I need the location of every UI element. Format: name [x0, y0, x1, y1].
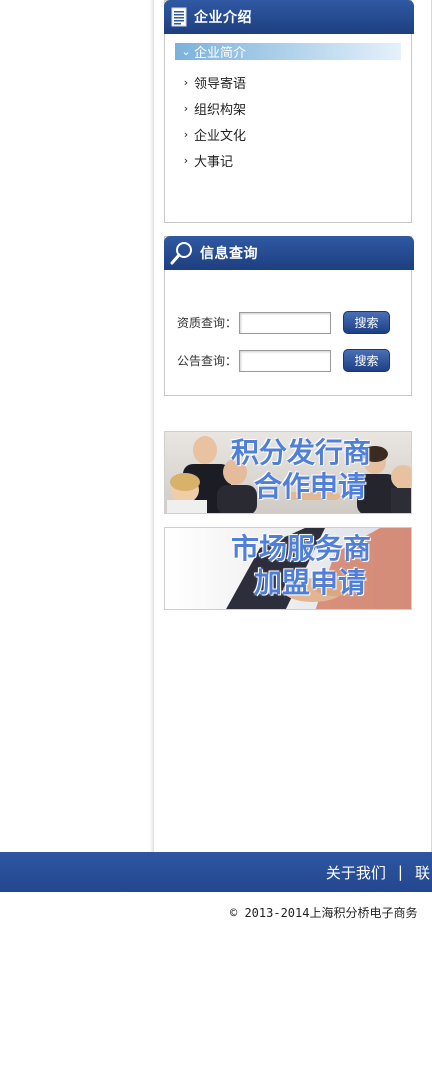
footer-link-contact[interactable]: 联 [415, 862, 430, 883]
service-provider-banner[interactable]: 市场服务商 加盟申请 [164, 527, 412, 610]
intro-panel-header: 企业介绍 [164, 0, 414, 34]
chevron-right-icon: › [183, 127, 189, 141]
chevron-right-icon: › [183, 75, 189, 89]
notice-search-row: 公告查询： 搜索 [177, 349, 390, 372]
intro-panel: 企业介绍 ⌄ 企业简介 › 领导寄语 › 组织构架 › 企业文化 › 大事记 [164, 0, 414, 223]
banner-line1: 积分发行商 [230, 436, 371, 469]
left-blank-area [0, 0, 152, 852]
notice-search-button[interactable]: 搜索 [343, 349, 390, 372]
menu-item-label: 组织构架 [194, 102, 247, 118]
document-icon [170, 7, 188, 27]
menu-item-culture[interactable]: › 企业文化 [175, 121, 401, 147]
intro-menu: ⌄ 企业简介 › 领导寄语 › 组织构架 › 企业文化 › 大事记 [175, 43, 401, 173]
notice-search-input[interactable] [239, 349, 331, 372]
banner-text: 市场服务商 加盟申请 [231, 532, 371, 600]
footer-bar: 关于我们 | 联 [0, 852, 432, 892]
copyright-text: © 2013-2014上海积分桥电子商务 [230, 906, 418, 920]
banner-line2: 加盟申请 [253, 566, 366, 599]
menu-item-label: 大事记 [194, 154, 234, 170]
chevron-right-icon: › [183, 101, 189, 115]
banner-line1: 市场服务商 [230, 532, 371, 565]
menu-item-label: 企业简介 [194, 46, 247, 61]
search-panel-header: 信息查询 [164, 236, 414, 270]
banner-text: 积分发行商 合作申请 [231, 436, 371, 504]
menu-item-milestones[interactable]: › 大事记 [175, 147, 401, 173]
chevron-down-icon: ⌄ [181, 45, 191, 58]
menu-item-label: 企业文化 [194, 128, 247, 144]
qualification-search-row: 资质查询： 搜索 [177, 311, 390, 334]
magnifier-icon [170, 241, 194, 265]
qualification-label: 资质查询： [177, 316, 238, 330]
menu-item-company-profile[interactable]: ⌄ 企业简介 [175, 43, 401, 61]
qualification-search-input[interactable] [239, 311, 331, 334]
intro-panel-title: 企业介绍 [194, 10, 252, 26]
qualification-search-button[interactable]: 搜索 [343, 311, 390, 334]
search-panel: 信息查询 资质查询： 搜索 公告查询： 搜索 [164, 236, 414, 396]
footer-links: 关于我们 | 联 [326, 852, 430, 892]
footer-link-about[interactable]: 关于我们 [326, 862, 386, 883]
search-panel-title: 信息查询 [200, 246, 258, 262]
chevron-right-icon: › [183, 153, 189, 167]
footer-separator: | [397, 863, 403, 881]
menu-item-leader-message[interactable]: › 领导寄语 [175, 69, 401, 95]
notice-label: 公告查询： [177, 354, 238, 368]
menu-item-label: 领导寄语 [194, 76, 247, 92]
banner-line2: 合作申请 [253, 470, 366, 503]
issuer-cooperation-banner[interactable]: 积分发行商 合作申请 [164, 431, 412, 514]
menu-item-organization[interactable]: › 组织构架 [175, 95, 401, 121]
